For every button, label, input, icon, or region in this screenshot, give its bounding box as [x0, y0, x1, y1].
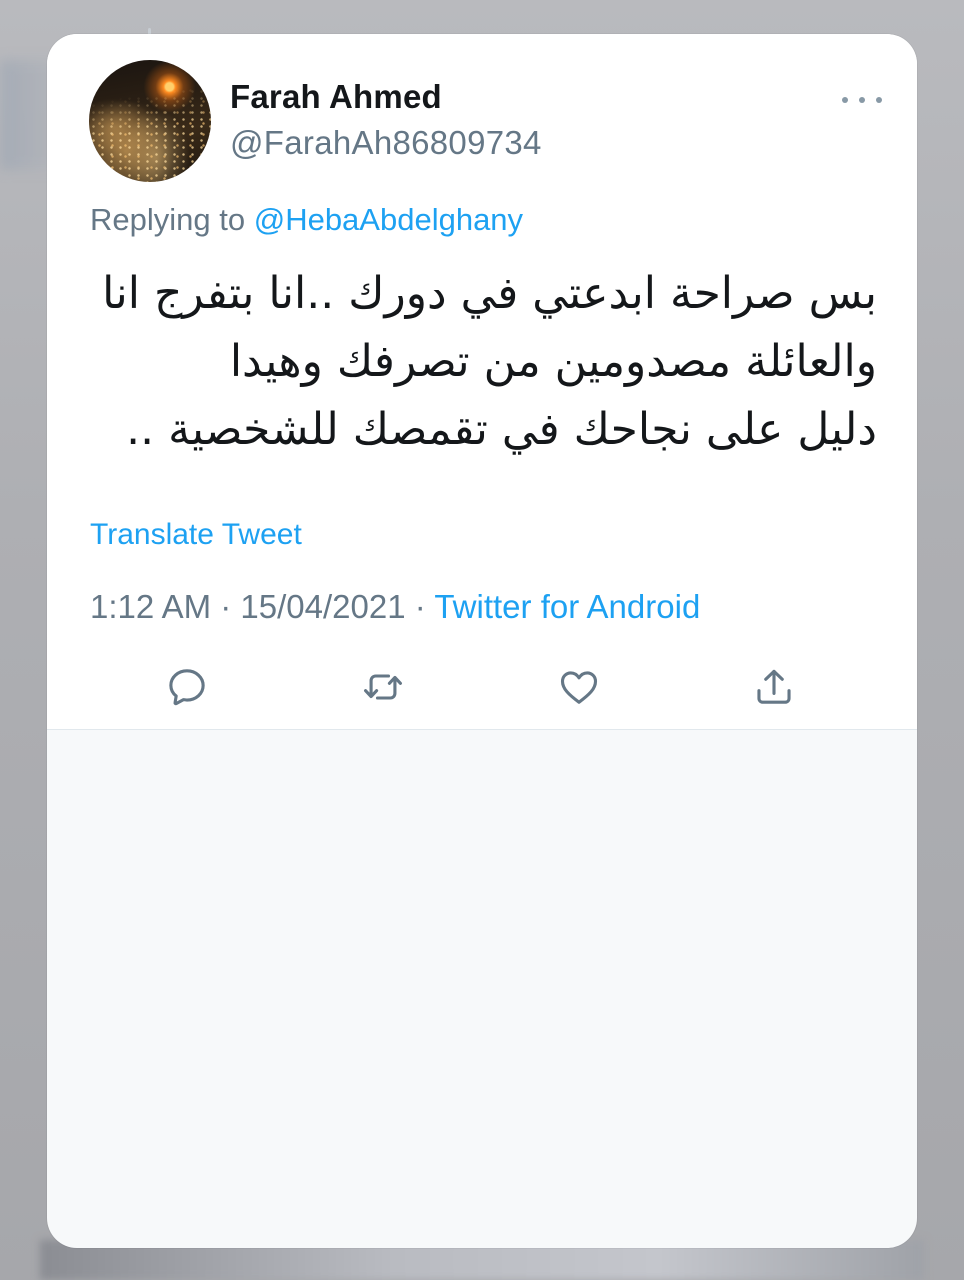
share-button[interactable]: [746, 659, 802, 715]
more-horizontal-icon[interactable]: [842, 90, 882, 110]
heart-icon: [560, 671, 598, 704]
tweet-text-line: دليل على نجاحك في تقمصك للشخصية ..: [126, 404, 877, 455]
tweet-text: بس صراحة ابدعتي في دورك ..انا بتفرج انا …: [87, 260, 877, 464]
avatar[interactable]: [89, 60, 211, 182]
replying-to-line: Replying to @HebaAbdelghany: [90, 202, 523, 238]
meta-separator: ·: [220, 588, 232, 625]
tweet-time: 1:12 AM: [90, 588, 212, 625]
replying-prefix: Replying to: [90, 202, 246, 237]
author-name[interactable]: Farah Ahmed: [230, 78, 442, 116]
tweet-actions-bar: [47, 659, 917, 715]
more-dot: [842, 97, 848, 103]
reply-bubble-icon: [169, 669, 205, 706]
tweet-text-line: بس صراحة ابدعتي في دورك ..انا بتفرج انا: [102, 268, 877, 319]
meta-separator: ·: [414, 588, 426, 625]
tweet-date: 15/04/2021: [240, 588, 406, 625]
share-upload-icon: [757, 669, 791, 704]
more-dot: [876, 97, 882, 103]
like-button[interactable]: [551, 659, 607, 715]
retweet-icon: [364, 674, 402, 700]
more-dot: [859, 97, 865, 103]
tweet-preview-card: Farah Ahmed @FarahAh86809734 Replying to…: [47, 34, 917, 1248]
reply-button[interactable]: [159, 659, 215, 715]
retweet-button[interactable]: [355, 659, 411, 715]
tweet-source-link[interactable]: Twitter for Android: [434, 588, 700, 625]
author-handle[interactable]: @FarahAh86809734: [230, 124, 542, 162]
tweet: Farah Ahmed @FarahAh86809734 Replying to…: [47, 34, 917, 730]
replying-to-mention[interactable]: @HebaAbdelghany: [254, 202, 523, 237]
translate-tweet-link[interactable]: Translate Tweet: [90, 518, 302, 552]
tweet-meta: 1:12 AM · 15/04/2021 · Twitter for Andro…: [90, 588, 700, 626]
avatar-city-lights: [89, 60, 211, 182]
tweet-text-line: والعائلة مصدومين من تصرفك وهيدا: [229, 336, 877, 387]
